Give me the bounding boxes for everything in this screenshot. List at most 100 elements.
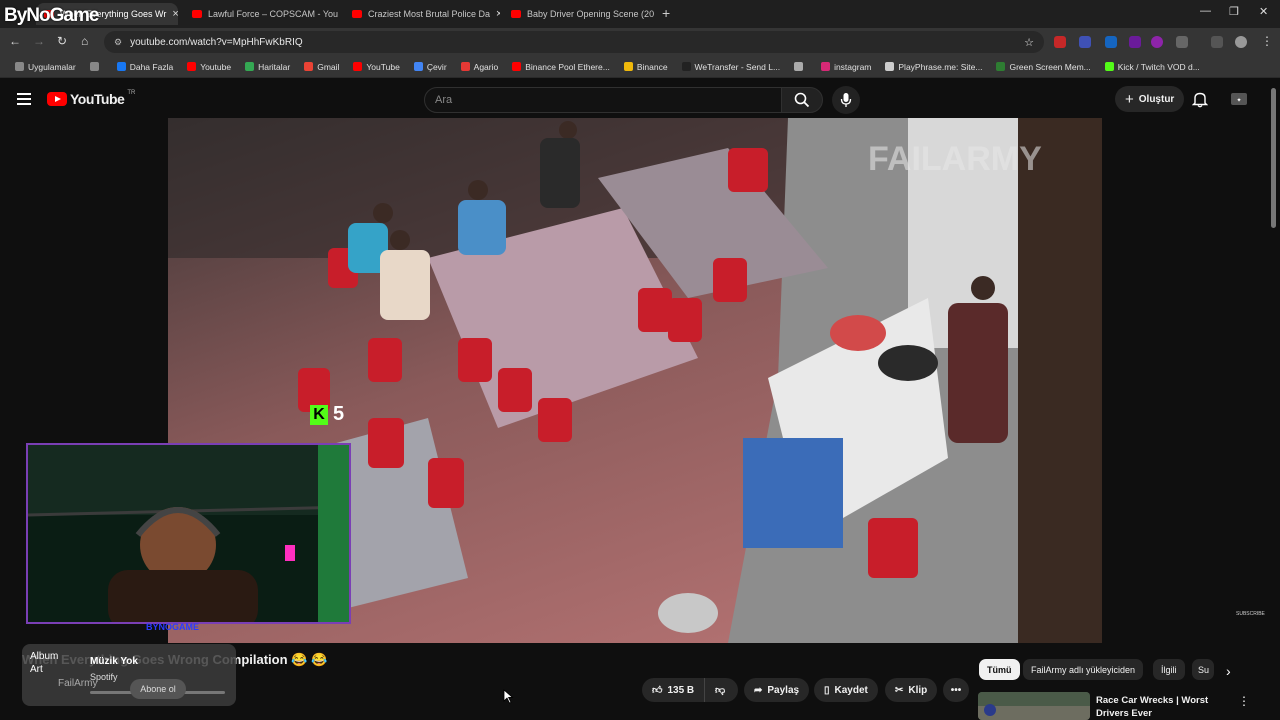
tab-4[interactable]: Baby Driver Opening Scene (20 × <box>503 3 658 25</box>
channel-name[interactable]: FailArmy <box>58 678 97 689</box>
chip-related[interactable]: İlgili <box>1153 659 1185 680</box>
bookmark-favicon-icon <box>821 62 831 71</box>
chip-all[interactable]: Tümü <box>979 659 1020 680</box>
subscribe-button[interactable]: Abone ol <box>130 679 186 699</box>
bookmark-item[interactable]: Kick / Twitch VOD d... <box>1098 62 1207 72</box>
share-button[interactable]: ➦ Paylaş <box>744 678 810 702</box>
subscribe-watermark-corner: SUBSCRIBE <box>1236 611 1265 617</box>
bookmark-item[interactable]: Green Screen Mem... <box>989 62 1097 72</box>
bookmark-item[interactable]: PlayPhrase.me: Site... <box>878 62 989 72</box>
media-controls-icon[interactable] <box>1211 36 1223 48</box>
bookmark-label: Agario <box>473 61 499 72</box>
chevron-right-icon[interactable]: › <box>1226 663 1231 679</box>
save-label: Kaydet <box>834 684 868 696</box>
recommendation-thumbnail[interactable] <box>978 692 1090 720</box>
bookmark-item[interactable]: WeTransfer - Send L... <box>675 62 788 72</box>
bookmark-item[interactable]: Daha Fazla <box>110 62 180 72</box>
like-button[interactable]: 👍︎ 135 B <box>642 678 704 702</box>
extension-icon[interactable] <box>1079 36 1091 48</box>
bookmark-label: Çevir <box>426 61 447 72</box>
url-field[interactable]: ⚙ youtube.com/watch?v=MpHhFwKbRIQ ☆ <box>104 31 1044 53</box>
create-button[interactable]: + Oluştur <box>1115 86 1185 112</box>
extension-icon[interactable] <box>1151 36 1163 48</box>
youtube-play-icon <box>47 92 67 106</box>
bookmark-item[interactable]: YouTube <box>346 62 406 72</box>
restore-icon[interactable]: ❐ <box>1229 5 1239 18</box>
dislike-button[interactable]: 👎︎ <box>704 678 738 702</box>
create-label: Oluştur <box>1138 93 1175 105</box>
search-icon <box>794 92 810 108</box>
recommendation-title[interactable]: Race Car Wrecks | Worst Drivers Ever <box>1096 694 1236 720</box>
forward-icon[interactable]: → <box>33 34 45 48</box>
more-actions-button[interactable]: ••• <box>943 678 969 702</box>
bookmark-item[interactable]: Binance <box>617 62 675 72</box>
search-placeholder: Ara <box>435 94 453 106</box>
bookmark-item[interactable]: Binance Pool Ethere... <box>505 62 617 72</box>
tab-2[interactable]: Lawful Force – COPSCAM - You × <box>184 3 340 25</box>
youtube-logo[interactable]: YouTube TR <box>47 90 135 107</box>
thumbs-down-icon: 👎︎ <box>715 685 726 696</box>
svg-text:✦: ✦ <box>1236 97 1241 104</box>
tab-title: Craziest Most Brutal Police Da <box>368 9 491 19</box>
chip-more[interactable]: Su <box>1192 659 1214 680</box>
url-text: youtube.com/watch?v=MpHhFwKbRIQ <box>130 36 303 48</box>
extensions-puzzle-icon[interactable] <box>1176 36 1188 48</box>
like-count: 135 B <box>667 684 695 696</box>
scissors-icon: ✂ <box>895 684 904 696</box>
back-icon[interactable]: ← <box>9 34 21 48</box>
bookmark-favicon-icon <box>413 62 423 71</box>
reload-icon[interactable]: ↻ <box>57 34 67 48</box>
bookmark-item[interactable] <box>787 62 814 71</box>
bookmark-label: WeTransfer - Send L... <box>694 61 781 72</box>
bookmark-item[interactable]: Uygulamalar <box>8 62 83 72</box>
search-button[interactable] <box>781 87 823 113</box>
bookmark-item[interactable]: Haritalar <box>238 62 297 72</box>
youtube-favicon-icon <box>352 10 362 18</box>
bookmark-favicon-icon <box>794 62 804 71</box>
bookmark-favicon-icon <box>885 62 895 71</box>
extension-icon[interactable] <box>1054 36 1066 48</box>
account-avatar-icon[interactable]: ✦ <box>1229 89 1249 109</box>
new-tab-icon[interactable]: + <box>662 5 670 21</box>
bookmark-favicon-icon <box>512 62 522 71</box>
bookmark-label: Kick / Twitch VOD d... <box>1117 61 1200 72</box>
site-info-icon[interactable]: ⚙ <box>114 37 122 48</box>
browser-menu-icon[interactable]: ⋮ <box>1261 34 1273 48</box>
bookmark-item[interactable]: instagram <box>814 62 878 72</box>
bookmark-item[interactable]: Youtube <box>180 62 238 72</box>
clip-button[interactable]: ✂ Klip <box>885 678 938 702</box>
failarmy-watermark: FAILARMY <box>868 140 1042 178</box>
bookmark-label: Uygulamalar <box>28 61 76 72</box>
recommendation-menu-icon[interactable]: ⋮ <box>1238 694 1250 708</box>
bookmark-item[interactable]: Agario <box>454 62 506 72</box>
home-icon[interactable]: ⌂ <box>81 34 88 48</box>
bookmark-star-icon[interactable]: ☆ <box>1024 36 1034 49</box>
chip-from-uploader[interactable]: FailArmy adlı yükleyiciden <box>1023 659 1144 680</box>
bookmark-item[interactable]: Gmail <box>297 62 346 72</box>
bookmark-label: Daha Fazla <box>129 61 174 72</box>
extension-icon[interactable] <box>1129 36 1141 48</box>
notifications-bell-icon[interactable] <box>1192 91 1208 108</box>
bookmark-item[interactable] <box>83 62 110 71</box>
minimize-icon[interactable]: — <box>1200 5 1211 17</box>
bookmark-favicon-icon <box>116 62 126 71</box>
bookmark-label: Haritalar <box>258 61 291 72</box>
youtube-wordmark: YouTube <box>70 91 125 107</box>
kick-logo-icon: K <box>310 404 328 425</box>
bookmark-label: YouTube <box>366 61 400 72</box>
tab-3[interactable]: Craziest Most Brutal Police Da × <box>344 3 500 25</box>
voice-search-button[interactable] <box>832 86 860 114</box>
close-tab-icon[interactable]: × <box>496 8 500 20</box>
search-input[interactable]: Ara <box>424 87 782 113</box>
bookmark-favicon-icon <box>187 62 197 71</box>
tab-title: Lawful Force – COPSCAM - You <box>208 9 339 19</box>
extension-icon[interactable] <box>1105 36 1117 48</box>
save-button[interactable]: ▯ Kaydet <box>814 678 878 702</box>
bookmark-item[interactable]: Çevir <box>407 62 454 72</box>
profile-avatar-icon[interactable] <box>1235 36 1247 48</box>
youtube-favicon-icon <box>511 10 521 18</box>
close-tab-icon[interactable]: × <box>172 8 178 20</box>
page-scrollbar[interactable] <box>1271 88 1276 228</box>
hamburger-menu-icon[interactable] <box>17 93 31 105</box>
close-window-icon[interactable]: ✕ <box>1259 5 1268 18</box>
